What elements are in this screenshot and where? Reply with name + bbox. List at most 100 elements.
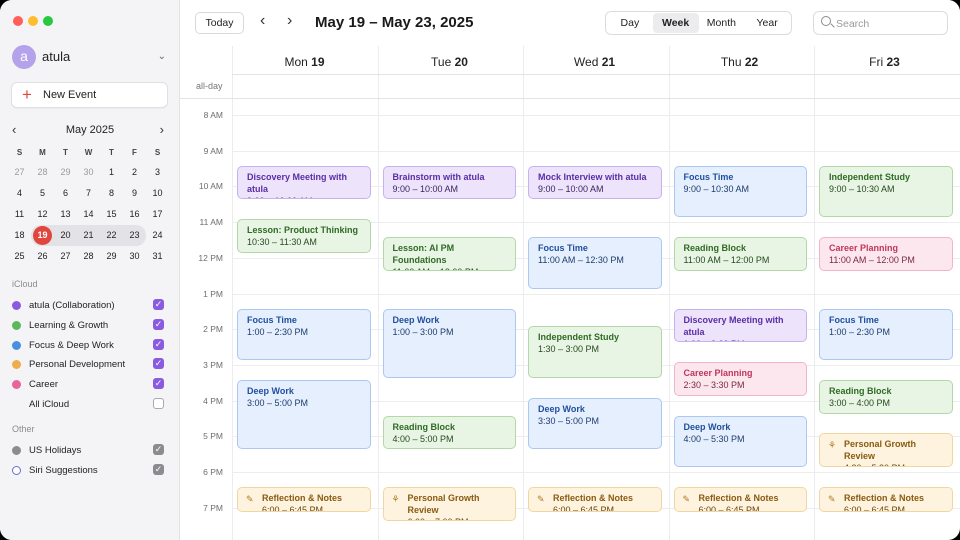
event-block[interactable]: Career Planning 2:30 – 3:30 PM — [673, 362, 807, 396]
mini-calendar-day[interactable]: 18 — [8, 225, 31, 246]
search-input[interactable]: Search — [813, 11, 948, 35]
mini-calendar-day[interactable]: 14 — [77, 204, 100, 225]
day-header[interactable]: Mon 19 — [232, 46, 377, 74]
event-block[interactable]: ⚘ Personal Growth Review6:00 – 7:00 PM — [382, 487, 516, 521]
calendar-checkbox[interactable]: ✓ — [153, 318, 164, 330]
mini-calendar-day[interactable]: 20 — [54, 225, 77, 246]
event-block[interactable]: Lesson: AI PM Foundations11:00 AM – 12:0… — [382, 237, 516, 271]
event-block[interactable]: Focus Time 11:00 AM – 12:30 PM — [528, 237, 662, 289]
event-block[interactable]: ✎ Reflection & Notes 6:00 – 6:45 PM — [673, 487, 807, 512]
mini-calendar-day[interactable]: 24 — [146, 225, 169, 246]
mini-calendar-day[interactable]: 12 — [31, 204, 54, 225]
calendar-list-item[interactable]: atula (Collaboration) ✓ — [12, 296, 166, 316]
mini-calendar-day[interactable]: 27 — [54, 246, 77, 267]
view-day-button[interactable]: Day — [607, 13, 653, 33]
view-year-button[interactable]: Year — [744, 13, 790, 33]
today-button[interactable]: Today — [195, 12, 244, 34]
mini-calendar-day[interactable]: 8 — [100, 183, 123, 204]
mini-calendar-day[interactable]: 7 — [77, 183, 100, 204]
event-block[interactable]: Focus Time 9:00 – 10:30 AM — [673, 165, 807, 218]
mini-calendar-day[interactable]: 21 — [77, 225, 100, 246]
mini-calendar-day[interactable]: 27 — [8, 162, 31, 183]
event-block[interactable]: Reading Block 4:00 – 5:00 PM — [382, 415, 516, 450]
event-block[interactable]: Independent Study 9:00 – 10:30 AM — [819, 165, 953, 218]
mini-calendar-day[interactable]: 26 — [31, 246, 54, 267]
event-block[interactable]: Deep Work 1:00 – 3:00 PM — [382, 308, 516, 378]
mini-calendar-day[interactable]: 29 — [100, 246, 123, 267]
mini-calendar-day[interactable]: 31 — [146, 246, 169, 267]
new-event-button[interactable]: + New Event — [11, 82, 168, 108]
mini-calendar-day[interactable]: 19 — [31, 225, 54, 246]
mini-calendar-day[interactable]: 9 — [123, 183, 146, 204]
day-header[interactable]: Wed 21 — [522, 46, 667, 74]
calendar-checkbox[interactable]: ✓ — [153, 463, 164, 475]
calendar-checkbox[interactable]: ✓ — [153, 299, 164, 310]
day-header[interactable]: Thu 22 — [667, 46, 812, 74]
event-block[interactable]: Focus Time 1:00 – 2:30 PM — [237, 308, 371, 361]
event-block[interactable]: Deep Work 3:00 – 5:00 PM — [237, 379, 371, 450]
calendar-checkbox[interactable]: ✓ — [153, 358, 164, 370]
event-block[interactable]: Career Planning 11:00 AM – 12:00 PM — [819, 237, 953, 271]
mini-calendar-day[interactable]: 15 — [100, 204, 123, 225]
event-block[interactable]: Independent Study 1:30 – 3:00 PM — [528, 326, 662, 378]
event-block[interactable]: ⚘ Personal Growth Review4:30 – 5:30 PM — [819, 433, 953, 468]
calendar-checkbox[interactable]: ✓ — [153, 338, 164, 350]
mini-calendar-day[interactable]: 2 — [123, 162, 146, 183]
mini-calendar-day[interactable]: 28 — [77, 246, 100, 267]
mini-calendar-day[interactable]: 25 — [8, 246, 31, 267]
event-block[interactable]: Deep Work 4:00 – 5:30 PM — [673, 415, 807, 468]
mini-calendar-day[interactable]: 4 — [8, 183, 31, 204]
mini-calendar-day[interactable]: 10 — [146, 183, 169, 204]
event-block[interactable]: Focus Time 1:00 – 2:30 PM — [819, 308, 953, 361]
mini-calendar-day[interactable]: 6 — [54, 183, 77, 204]
mini-calendar-day[interactable]: 17 — [146, 204, 169, 225]
view-month-button[interactable]: Month — [699, 13, 745, 33]
day-header[interactable]: Fri 23 — [812, 46, 957, 74]
mini-calendar-day[interactable]: 16 — [123, 204, 146, 225]
calendar-list-item[interactable]: Learning & Growth ✓ — [12, 316, 166, 336]
calendar-color-dot — [12, 446, 21, 455]
calendar-list-item[interactable]: Focus & Deep Work ✓ — [12, 336, 166, 356]
account-switcher[interactable]: a atula ⌄ — [12, 45, 168, 71]
chevron-right-icon[interactable]: › — [287, 12, 292, 30]
mini-calendar-day[interactable]: 29 — [54, 162, 77, 183]
mini-calendar-day[interactable]: 28 — [31, 162, 54, 183]
minimize-window-button[interactable] — [28, 16, 38, 26]
calendar-name: atula (Collaboration) — [29, 300, 115, 311]
mini-calendar-day[interactable]: 3 — [146, 162, 169, 183]
mini-calendar-day[interactable]: 11 — [8, 204, 31, 225]
mini-calendar-day[interactable]: 23 — [123, 225, 146, 246]
mini-calendar-day[interactable]: 30 — [77, 162, 100, 183]
all-day-row[interactable]: all-day — [180, 75, 960, 99]
event-block[interactable]: Discovery Meeting with atula9:00 – 10:00… — [237, 165, 371, 200]
calendar-list-item[interactable]: Personal Development ✓ — [12, 355, 166, 375]
mini-calendar-day[interactable]: 13 — [54, 204, 77, 225]
event-block[interactable]: ✎ Reflection & Notes 6:00 – 6:45 PM — [819, 487, 953, 512]
chevron-left-icon[interactable]: ‹ — [260, 12, 265, 30]
mini-calendar-day[interactable]: 5 — [31, 183, 54, 204]
event-block[interactable]: Brainstorm with atula 9:00 – 10:00 AM — [382, 165, 516, 200]
calendar-checkbox[interactable]: ✓ — [153, 378, 164, 390]
event-block[interactable]: ✎ Reflection & Notes 6:00 – 6:45 PM — [237, 487, 371, 512]
calendar-list-item[interactable]: Siri Suggestions ✓ — [12, 461, 166, 481]
mini-calendar-day[interactable]: 22 — [100, 225, 123, 246]
mini-calendar-day[interactable]: 1 — [100, 162, 123, 183]
event-block[interactable]: Deep Work 3:30 – 5:00 PM — [528, 397, 662, 450]
calendar-list-item[interactable]: All iCloud — [12, 395, 166, 415]
event-block[interactable]: Mock Interview with atula 9:00 – 10:00 AM — [528, 165, 662, 200]
close-window-button[interactable] — [13, 16, 23, 26]
zoom-window-button[interactable] — [43, 16, 53, 26]
calendar-list-item[interactable]: Career ✓ — [12, 375, 166, 395]
event-block[interactable]: Reading Block 11:00 AM – 12:00 PM — [673, 237, 807, 271]
event-block[interactable]: ✎ Reflection & Notes 6:00 – 6:45 PM — [528, 487, 662, 512]
calendar-list-item[interactable]: US Holidays ✓ — [12, 441, 166, 461]
event-block[interactable]: Reading Block 3:00 – 4:00 PM — [819, 379, 953, 414]
calendar-checkbox[interactable] — [153, 398, 164, 409]
event-block[interactable]: Lesson: Product Thinking 10:30 – 11:30 AM — [237, 219, 371, 253]
calendar-checkbox[interactable]: ✓ — [153, 444, 164, 455]
event-block[interactable]: Discovery Meeting with atula1:00 – 2:00 … — [673, 308, 807, 343]
day-header[interactable]: Tue 20 — [377, 46, 522, 74]
view-week-button[interactable]: Week — [652, 13, 699, 33]
mini-calendar-day[interactable]: 30 — [123, 246, 146, 267]
chevron-right-icon[interactable]: › — [160, 122, 164, 137]
